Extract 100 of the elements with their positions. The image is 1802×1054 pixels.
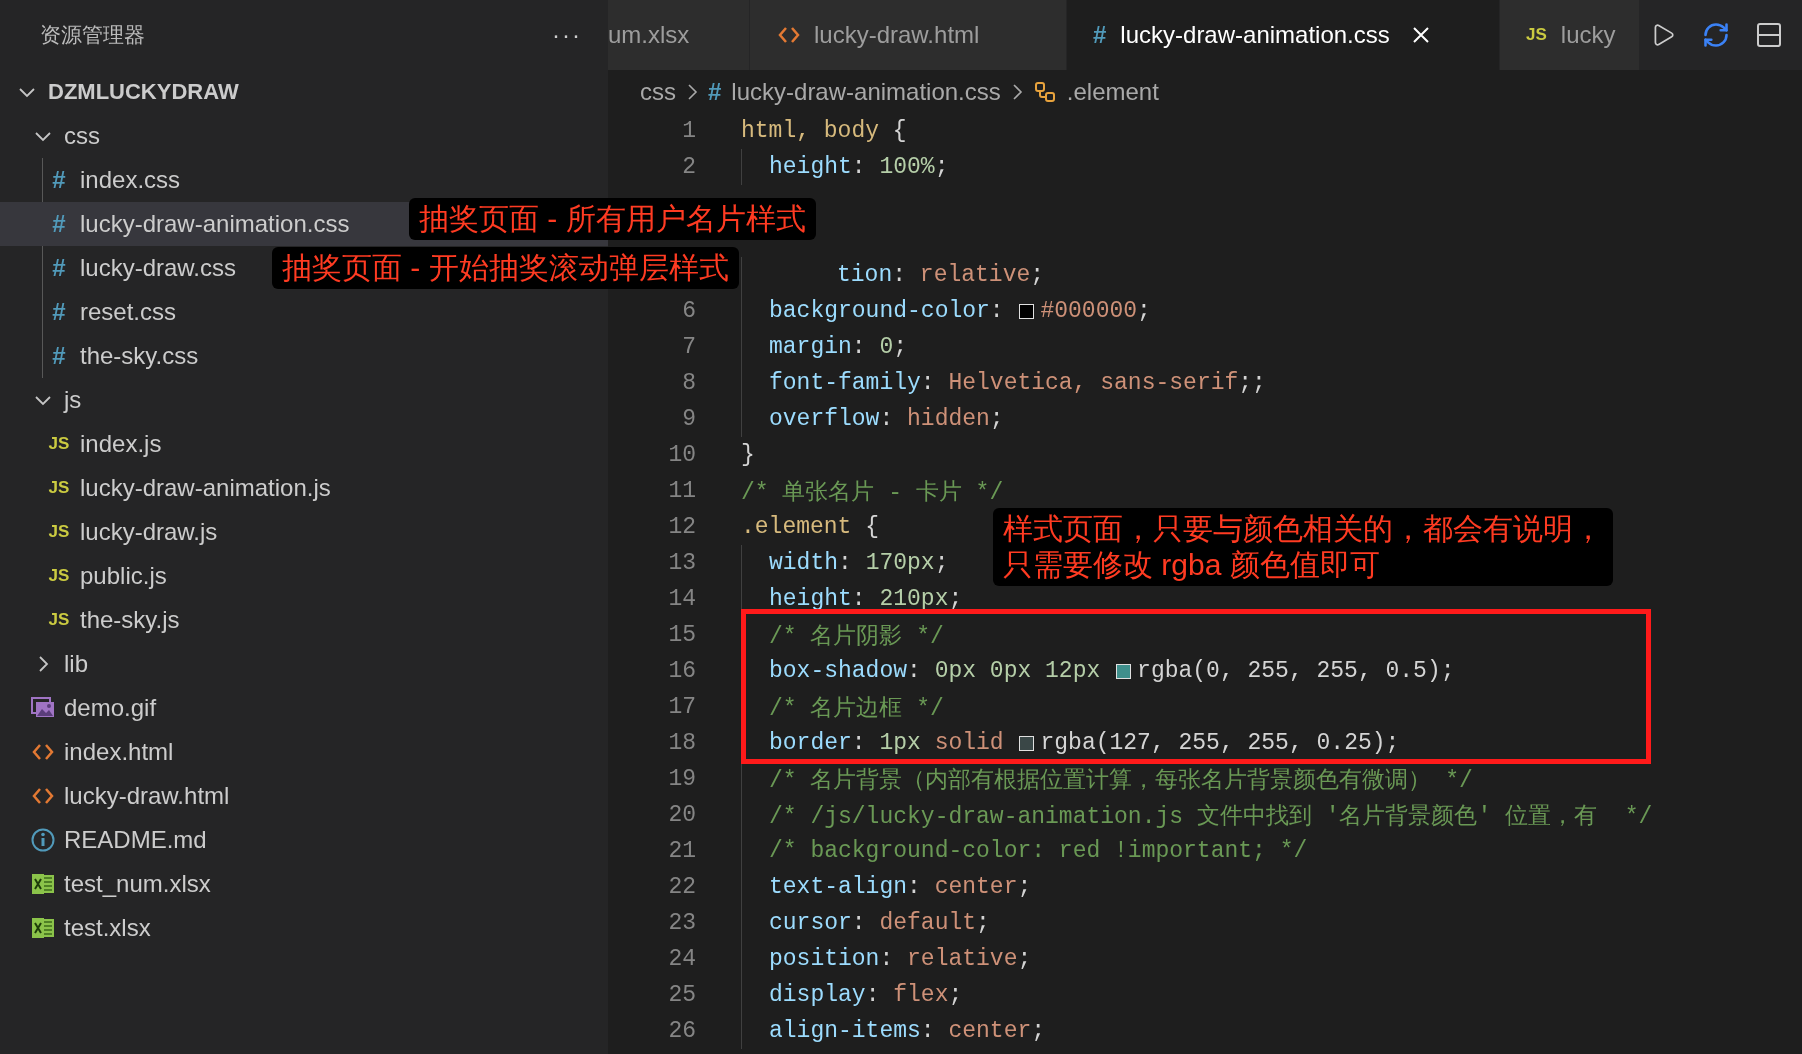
js-icon: JS xyxy=(48,434,70,454)
file-item[interactable]: # the-sky.css xyxy=(46,334,199,378)
line-number: 26 xyxy=(667,1018,696,1044)
line-number: 9 xyxy=(681,406,696,432)
split-editor-icon[interactable] xyxy=(1756,22,1782,48)
line-number: 1 xyxy=(681,118,696,144)
line-number: 17 xyxy=(667,694,696,720)
close-icon[interactable] xyxy=(1411,26,1430,44)
code-text: font-family: Helvetica, sans-serif;; xyxy=(769,370,1266,396)
file-item[interactable]: JS lucky-draw-animation.js xyxy=(46,466,331,510)
code-text: margin: 0; xyxy=(769,334,908,360)
diff-icon[interactable] xyxy=(1702,21,1730,49)
editor-tab[interactable]: lucky-draw.html xyxy=(750,0,1067,70)
code-brackets-icon xyxy=(32,743,54,761)
file-item[interactable]: index.html xyxy=(30,730,174,774)
line-number: 6 xyxy=(681,298,696,324)
code-text: box-shadow: 0px 0px 12px xyxy=(769,658,1102,684)
hash-icon: # xyxy=(52,298,66,326)
code-text: rgba(127, 255, 255, 0.25); xyxy=(1040,730,1400,756)
file-item[interactable]: # reset.css xyxy=(46,290,177,334)
folder-item[interactable]: lib xyxy=(30,642,88,686)
line-number: 10 xyxy=(667,442,696,468)
code-text: align-items: center; xyxy=(769,1018,1046,1044)
line-number: 23 xyxy=(667,910,696,936)
file-item[interactable]: JS index.js xyxy=(46,422,162,466)
line-number: 16 xyxy=(667,658,696,684)
more-actions-button[interactable]: ··· xyxy=(552,21,582,49)
editor-tab[interactable]: # lucky-draw-animation.css xyxy=(1067,0,1500,70)
info-icon xyxy=(31,828,55,852)
image-icon xyxy=(31,697,55,719)
code-text: height: 210px; xyxy=(769,586,963,612)
hash-icon: # xyxy=(52,166,66,194)
js-icon: JS xyxy=(48,610,70,630)
line-number: 25 xyxy=(667,982,696,1008)
file-item[interactable]: # index.css xyxy=(46,158,181,202)
hash-icon: # xyxy=(52,342,66,370)
file-item[interactable]: demo.gif xyxy=(30,686,157,730)
file-item[interactable]: # lucky-draw-animation.css xyxy=(46,202,350,246)
file-item[interactable]: # lucky-draw.css xyxy=(46,246,237,290)
js-icon: JS xyxy=(48,522,70,542)
code-text: display: flex; xyxy=(769,982,963,1008)
line-number: 18 xyxy=(667,730,696,756)
spreadsheet-icon xyxy=(31,917,55,939)
file-item[interactable]: test_num.xlsx xyxy=(30,862,211,906)
annotation-note: 抽奖页面 - 开始抽奖滚动弹层样式 xyxy=(272,247,739,289)
code-text: /* 名片背景（内部有根据位置计算，每张名片背景颜色有微调） */ xyxy=(769,766,1473,795)
color-swatch[interactable] xyxy=(1116,663,1132,679)
editor-tab[interactable]: JS lucky xyxy=(1500,0,1640,70)
code-text: .element { xyxy=(741,514,880,540)
code-text: rgba(0, 255, 255, 0.5); xyxy=(1137,658,1455,684)
hash-icon: # xyxy=(708,77,722,106)
editor-tab[interactable]: um.xlsx xyxy=(608,0,750,70)
file-item[interactable]: README.md xyxy=(30,818,207,862)
structure-icon xyxy=(1032,79,1057,104)
tab-label: lucky-draw.html xyxy=(814,21,980,49)
code-text: position: relative; xyxy=(769,946,1032,972)
breadcrumb-item[interactable]: .element xyxy=(1066,77,1159,106)
code-text: #000000; xyxy=(1040,298,1151,324)
code-text: tion: relative; xyxy=(837,262,1045,288)
code-text: overflow: hidden; xyxy=(769,406,1004,432)
spreadsheet-icon xyxy=(31,873,55,895)
line-number: 19 xyxy=(667,766,696,792)
annotation-note: 抽奖页面 - 所有用户名片样式 xyxy=(409,198,816,240)
code-text: height: 100%; xyxy=(769,154,949,180)
explorer-title: 资源管理器 xyxy=(40,22,145,48)
file-item[interactable]: JS the-sky.js xyxy=(46,598,180,642)
code-text: background-color: xyxy=(769,298,1005,324)
code-text: html, body { xyxy=(741,118,907,144)
js-icon: JS xyxy=(1526,25,1547,45)
annotation-note: 样式页面，只要与颜色相关的，都会有说明， 只需要修改 rgba 颜色值即可 xyxy=(993,508,1613,586)
tab-label: lucky-draw-animation.css xyxy=(1120,21,1390,49)
file-item[interactable]: JS public.js xyxy=(46,554,167,598)
line-number: 14 xyxy=(667,586,696,612)
folder-item[interactable]: css xyxy=(30,114,100,158)
line-number: 7 xyxy=(681,334,696,360)
js-icon: JS xyxy=(48,566,70,586)
code-text: border: 1px solid xyxy=(769,730,1005,756)
file-item[interactable]: lucky-draw.html xyxy=(30,774,230,818)
code-text: } xyxy=(741,442,755,468)
code-text: /* background-color: red !important; */ xyxy=(769,838,1308,864)
line-number: 12 xyxy=(667,514,696,540)
tab-label: lucky xyxy=(1560,21,1616,49)
folder-item[interactable]: DZMLUCKYDRAW xyxy=(14,70,239,114)
line-number: 11 xyxy=(667,478,696,504)
file-item[interactable]: test.xlsx xyxy=(30,906,151,950)
line-number: 21 xyxy=(667,838,696,864)
code-text: /* 单张名片 - 卡片 */ xyxy=(741,478,1004,507)
code-text: text-align: center; xyxy=(769,874,1032,900)
hash-icon: # xyxy=(1093,21,1107,49)
folder-item[interactable]: js xyxy=(30,378,82,422)
line-number: 2 xyxy=(681,154,696,180)
tab-label: um.xlsx xyxy=(608,21,690,49)
code-brackets-icon xyxy=(32,787,54,805)
breadcrumb-item[interactable]: css xyxy=(640,77,676,106)
color-swatch[interactable] xyxy=(1019,735,1035,751)
chevron-right-icon xyxy=(686,82,698,101)
js-icon: JS xyxy=(48,478,70,498)
color-swatch[interactable] xyxy=(1019,303,1035,319)
file-item[interactable]: JS lucky-draw.js xyxy=(46,510,218,554)
breadcrumb-item[interactable]: lucky-draw-animation.css xyxy=(731,77,1001,106)
